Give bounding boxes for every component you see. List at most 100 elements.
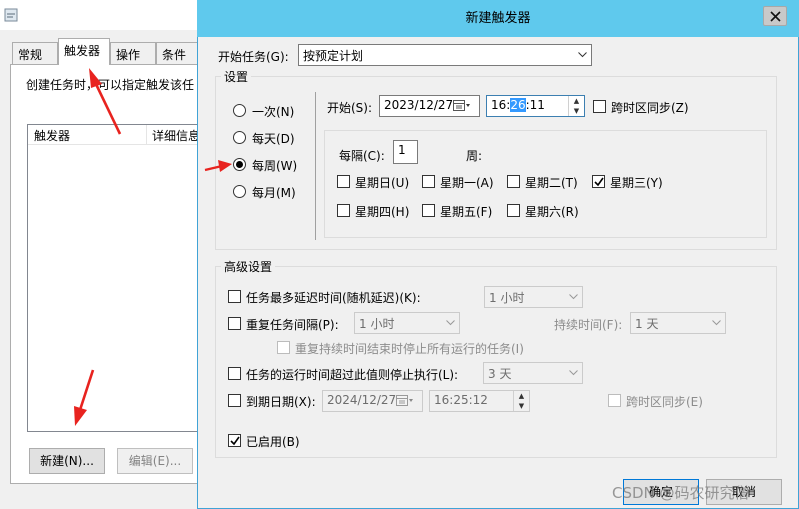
radio-daily-label: 每天(D)	[252, 132, 295, 146]
duration-select[interactable]: 1 天	[630, 312, 726, 334]
sync-timezone-label: 跨时区同步(Z)	[611, 101, 689, 115]
stop-longer-value: 3 天	[488, 367, 512, 381]
expire-time-spinner[interactable]: ▲ ▼	[513, 391, 529, 411]
delay-select[interactable]: 1 小时	[484, 286, 583, 308]
close-button[interactable]	[763, 6, 787, 26]
weekday-monday-checkbox[interactable]	[422, 175, 435, 188]
expire-sync-label: 跨时区同步(E)	[626, 395, 703, 409]
repeat-select[interactable]: 1 小时	[354, 312, 460, 334]
tab-label: 条件	[162, 48, 187, 62]
column-divider[interactable]	[146, 125, 147, 145]
tab-label: 常规	[18, 48, 43, 62]
weekday-saturday-label: 星期六(R)	[525, 205, 579, 219]
radio-monthly[interactable]	[233, 185, 246, 198]
weekday-monday-label: 星期一(A)	[440, 176, 494, 190]
weekday-friday-label: 星期五(F)	[440, 205, 493, 219]
radio-monthly-label: 每月(M)	[252, 186, 296, 200]
tab-actions[interactable]: 操作	[110, 42, 156, 64]
chevron-down-icon	[446, 320, 455, 326]
tab-general[interactable]: 常规	[12, 42, 58, 64]
begin-task-select[interactable]: 按预定计划	[298, 44, 592, 66]
edit-trigger-button[interactable]: 编辑(E)...	[117, 448, 193, 474]
expire-time-value: 16:25:12	[434, 393, 488, 407]
stop-longer-checkbox[interactable]	[228, 367, 241, 380]
enabled-label: 已启用(B)	[246, 435, 300, 449]
chevron-down-icon	[578, 52, 587, 58]
start-date-picker[interactable]: 2023/12/27	[379, 95, 480, 117]
weekday-sunday-checkbox[interactable]	[337, 175, 350, 188]
spin-down-icon[interactable]: ▼	[569, 106, 584, 116]
every-label: 每隔(C):	[339, 149, 385, 163]
column-header-details[interactable]: 详细信息	[152, 127, 200, 144]
duration-value: 1 天	[635, 317, 659, 331]
expire-time-input[interactable]: 16:25:12 ▲ ▼	[429, 390, 530, 412]
calendar-icon[interactable]	[396, 395, 413, 407]
stop-longer-select[interactable]: 3 天	[483, 362, 583, 384]
every-weeks-input[interactable]: 1	[393, 140, 418, 164]
close-icon	[770, 11, 781, 22]
start-time-spinner[interactable]: ▲ ▼	[568, 96, 584, 116]
weekday-wednesday-label: 星期三(Y)	[610, 176, 663, 190]
tab-label: 操作	[116, 48, 141, 62]
radio-once-label: 一次(N)	[252, 105, 295, 119]
checkmark-icon	[230, 436, 240, 446]
triggers-list[interactable]	[27, 124, 207, 432]
chevron-down-icon	[569, 294, 578, 300]
start-time-second: :11	[525, 98, 545, 112]
radio-daily[interactable]	[233, 131, 246, 144]
weekday-saturday-checkbox[interactable]	[507, 204, 520, 217]
tab-conditions[interactable]: 条件	[156, 42, 202, 64]
expire-checkbox[interactable]	[228, 394, 241, 407]
start-time-minute-selected: 26	[510, 98, 526, 112]
new-trigger-button[interactable]: 新建(N)...	[29, 448, 105, 474]
radio-weekly-label: 每周(W)	[252, 159, 298, 173]
tab-label: 触发器	[64, 44, 101, 58]
advanced-settings-title: 高级设置	[221, 258, 276, 275]
start-time-input[interactable]: 16:26:11 ▲ ▼	[486, 95, 585, 117]
weekday-thursday-checkbox[interactable]	[337, 204, 350, 217]
expire-date-picker[interactable]: 2024/12/27	[322, 390, 423, 412]
enabled-checkbox[interactable]	[228, 434, 241, 447]
app-icon	[4, 8, 18, 22]
triggers-list-header: 触发器 详细信息	[28, 125, 206, 145]
spin-up-icon[interactable]: ▲	[514, 391, 529, 401]
delay-value: 1 小时	[489, 291, 525, 305]
weekday-sunday-label: 星期日(U)	[355, 176, 410, 190]
watermark: CSDN @码农研究僧	[612, 484, 750, 502]
spin-down-icon[interactable]: ▼	[514, 401, 529, 411]
checkmark-icon	[594, 177, 604, 187]
weekday-thursday-label: 星期四(H)	[355, 205, 410, 219]
tab-triggers[interactable]: 触发器	[58, 38, 110, 65]
radio-weekly[interactable]	[233, 158, 246, 171]
triggers-description: 创建任务时，可以指定触发该任	[26, 78, 195, 92]
radio-once[interactable]	[233, 104, 246, 117]
stop-all-label: 重复持续时间结束时停止所有运行的任务(I)	[295, 342, 524, 356]
dialog-title: 新建触发器	[197, 0, 799, 37]
delay-label: 任务最多延迟时间(随机延迟)(K):	[246, 291, 421, 305]
repeat-value: 1 小时	[359, 317, 395, 331]
expire-label: 到期日期(X):	[246, 395, 316, 409]
stop-all-checkbox[interactable]	[277, 341, 290, 354]
begin-task-value: 按预定计划	[303, 49, 364, 63]
weekday-tuesday-checkbox[interactable]	[507, 175, 520, 188]
column-header-trigger[interactable]: 触发器	[34, 127, 70, 144]
begin-task-label: 开始任务(G):	[218, 50, 289, 64]
expire-date-value: 2024/12/27	[327, 393, 397, 407]
repeat-checkbox[interactable]	[228, 317, 241, 330]
weekday-friday-checkbox[interactable]	[422, 204, 435, 217]
weekday-wednesday-checkbox[interactable]	[592, 175, 605, 188]
start-date-value: 2023/12/27	[384, 98, 454, 112]
repeat-label: 重复任务间隔(P):	[246, 318, 339, 332]
sync-timezone-checkbox[interactable]	[593, 100, 606, 113]
delay-checkbox[interactable]	[228, 290, 241, 303]
week-unit-label: 周:	[466, 149, 483, 163]
start-label: 开始(S):	[327, 101, 373, 115]
chevron-down-icon	[569, 370, 578, 376]
settings-divider	[315, 92, 316, 240]
calendar-icon[interactable]	[453, 100, 470, 112]
spin-up-icon[interactable]: ▲	[569, 96, 584, 106]
weekday-tuesday-label: 星期二(T)	[525, 176, 578, 190]
expire-sync-checkbox[interactable]	[608, 394, 621, 407]
background-titlebar	[0, 0, 210, 30]
start-time-hour: 16:	[491, 98, 511, 112]
